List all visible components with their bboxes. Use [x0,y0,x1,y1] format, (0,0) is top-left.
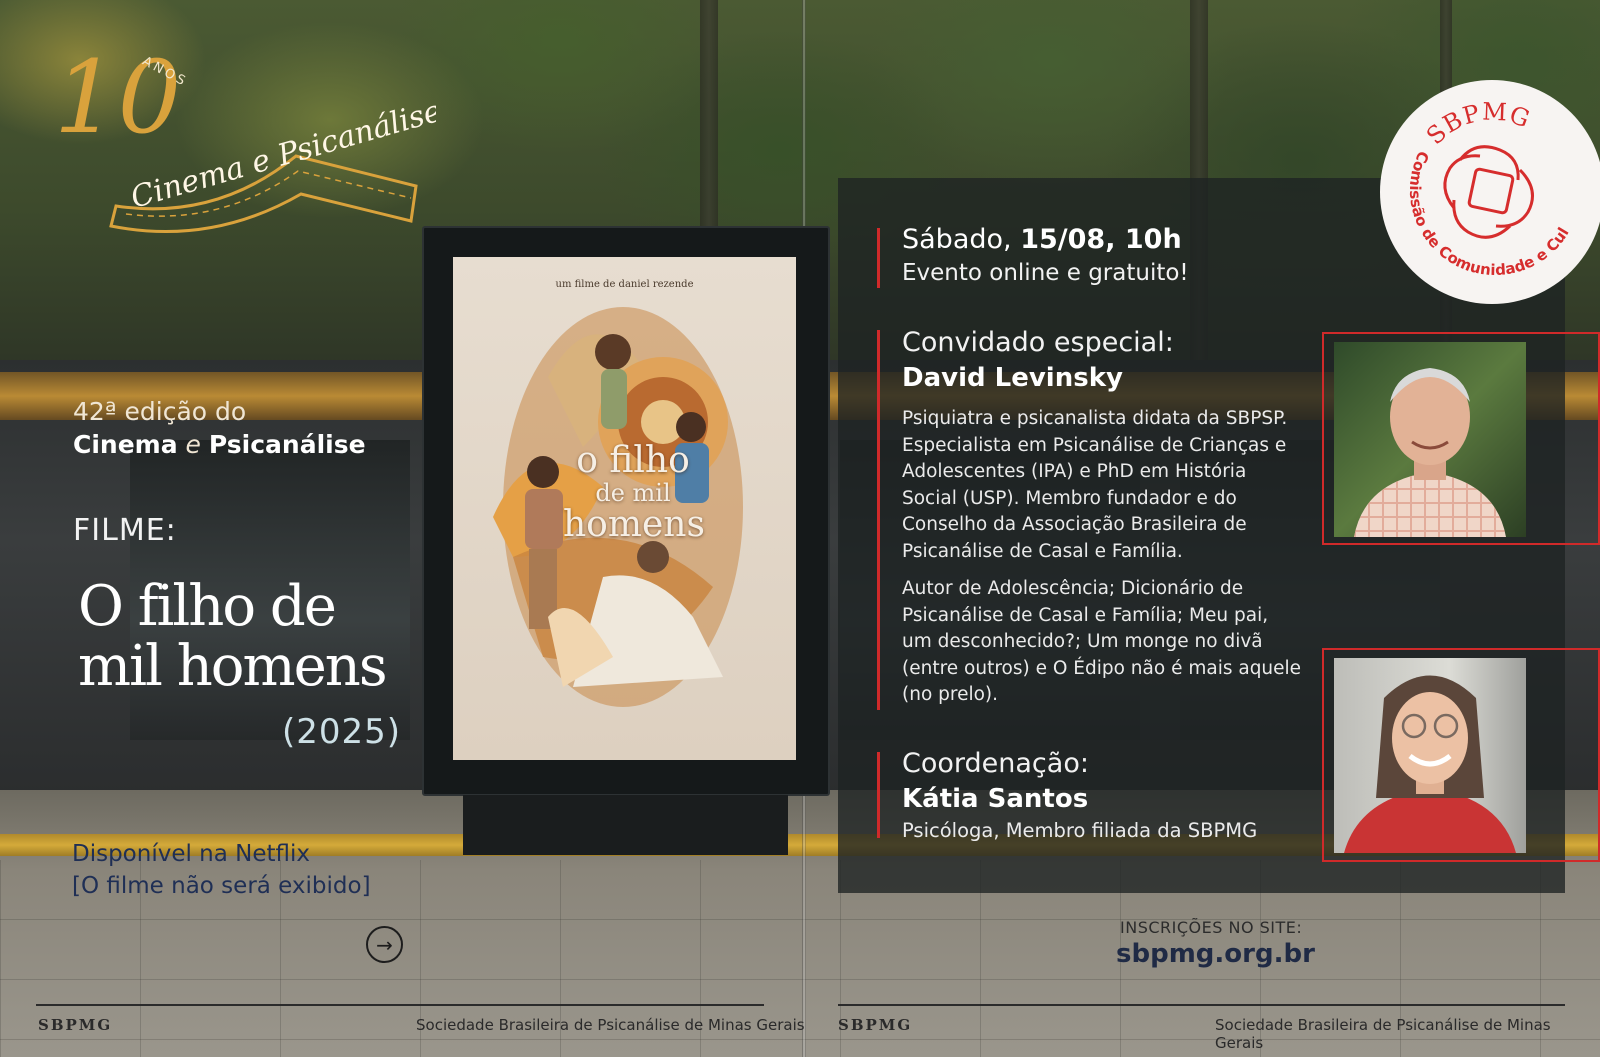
edition-heading: 42ª edição do Cinema e Psicanálise [73,395,366,461]
guest-photo [1334,342,1526,537]
movie-poster: um filme de daniel rezende o filho de mi… [453,257,796,760]
accent-bar [877,752,880,838]
inscricoes-label: INSCRIÇÕES NO SITE: [1120,918,1303,937]
filme-label: FILME: [73,513,177,548]
netflix-line1: Disponível na Netflix [72,841,311,867]
arrow-right-circle-icon[interactable]: → [366,926,403,963]
footer-org-right: Sociedade Brasileira de Psicanálise de M… [1215,1016,1551,1052]
footer-logo-right: SBPMG [838,1016,913,1034]
guest-publications: Autor de Adolescência; Dicionário de Psi… [902,578,1302,705]
event-date: Sábado, 15/08, 10h [902,224,1182,255]
guest-bio: Psiquiatra e psicanalista didata da SBPS… [902,408,1288,562]
netflix-line2: [O filme não será exibido] [72,873,371,899]
coordinator-role: Psicóloga, Membro filiada da SBPMG [902,819,1258,842]
sbpmg-badge: SBPMG Comissão de Comunidade e Cultura [1375,66,1600,304]
footer-rule-left [36,1004,764,1006]
anniversary-number: 10 [54,39,181,156]
coordinator-photo [1334,658,1526,853]
guest-name: David Levinsky [902,363,1123,393]
billboard-base [463,795,788,855]
event-online: Evento online e gratuito! [902,260,1189,286]
anniversary-logo: 10 ANOS Cinema e Psicanálise [54,39,436,234]
poster-credit: um filme de daniel rezende [555,279,694,290]
inscricoes-link[interactable]: sbpmg.org.br [1116,939,1315,969]
poster-title: o filho de mil homens [563,440,705,545]
film-year: (2025) [282,712,402,752]
edition-line2: Cinema e Psicanálise [73,430,366,459]
accent-bar [877,330,880,710]
badge-title: SBPMG [1421,98,1534,150]
coordinator-name: Kátia Santos [902,784,1089,814]
footer-logo-left: SBPMG [38,1016,113,1034]
edition-line1: 42ª edição do [73,397,247,426]
guest-label: Convidado especial: [902,327,1174,358]
accent-bar [877,228,880,288]
footer-org-left: Sociedade Brasileira de Psicanálise de M… [416,1016,805,1034]
film-title: O filho de mil homens [78,574,388,699]
netflix-notice: Disponível na Netflix [O filme não será … [72,838,371,902]
coordinator-label: Coordenação: [902,748,1089,779]
footer-rule-right [838,1004,1565,1006]
hands-circle-icon [1443,145,1534,239]
